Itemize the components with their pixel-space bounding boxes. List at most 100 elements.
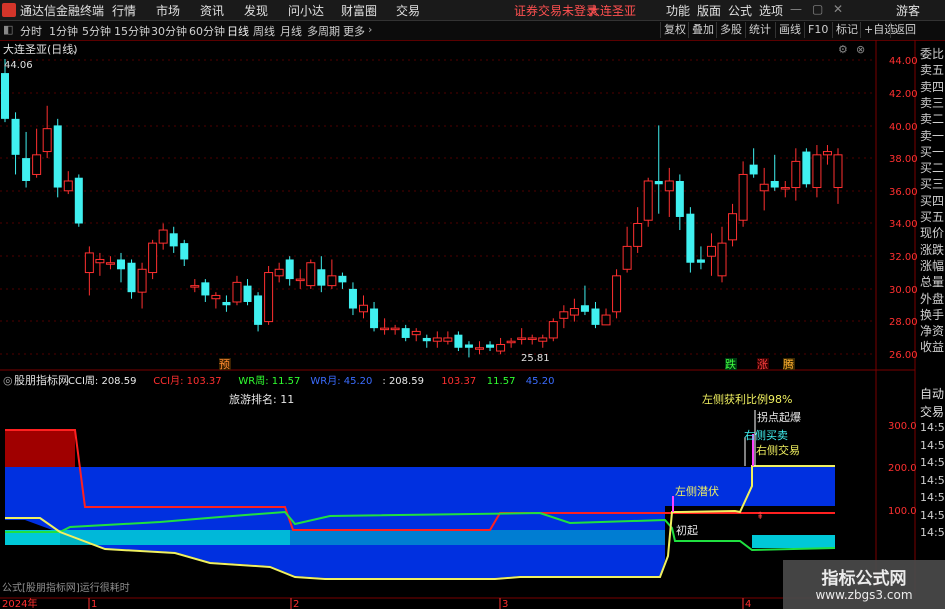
multi-stock-button[interactable]: 多股 — [716, 22, 745, 38]
watermark-title: 指标公式网 — [821, 569, 907, 589]
period-tab-more[interactable]: 更多 — [343, 23, 365, 39]
period-tab-30min[interactable]: 30分钟 — [151, 23, 187, 39]
menu-layout[interactable]: 版面 — [697, 2, 721, 19]
tick-time: 14:56 — [920, 421, 945, 434]
annotation: 初起 — [676, 523, 698, 537]
cyan-zone-right — [290, 530, 665, 545]
mark-button[interactable]: 标记 — [832, 22, 861, 38]
period-tab-daily[interactable]: 日线 — [227, 23, 249, 39]
back-button[interactable]: 返回 — [890, 22, 919, 38]
stats-button[interactable]: 统计 — [745, 22, 774, 38]
period-tab-60min[interactable]: 60分钟 — [189, 23, 225, 39]
title-dropdown-icon[interactable]: ⌄ — [70, 43, 79, 56]
candle-body — [22, 158, 31, 181]
period-tab-intraday[interactable]: 分时 — [20, 23, 42, 39]
candle-body — [74, 177, 83, 224]
menu-wealth[interactable]: 财富圈 — [341, 2, 377, 19]
quote-label: 净资 — [920, 324, 945, 339]
settings-icon[interactable]: ⚙ — [838, 43, 848, 56]
candle-body — [243, 285, 252, 302]
formula-footer: 公式[股朋指标网]运行很耗时 — [2, 581, 130, 594]
menu-market[interactable]: 市场 — [156, 2, 180, 19]
price-tick: 42.00 — [889, 89, 918, 100]
tick-time: 14:56 — [920, 438, 945, 452]
period-tab-1min[interactable]: 1分钟 — [49, 23, 78, 39]
candle-body — [327, 275, 337, 287]
indicator-tick: 100.0 — [888, 506, 917, 517]
period-tab-5min[interactable]: 5分钟 — [82, 23, 111, 39]
period-tab-multi[interactable]: 多周期 — [307, 23, 340, 39]
auto-tab[interactable]: 自动 — [920, 385, 944, 402]
restore-icon[interactable]: ▢ — [812, 2, 823, 16]
legend-entry: WR周: 11.57 — [238, 375, 300, 387]
signal-marker: 涨 — [757, 358, 768, 371]
period-tab-monthly[interactable]: 月线 — [280, 23, 302, 39]
panel-toggle-icon[interactable]: ◧ — [3, 23, 13, 36]
menu-trade[interactable]: 交易 — [396, 2, 420, 19]
candle-body — [706, 245, 716, 257]
trade-tab[interactable]: 交易 — [920, 403, 944, 420]
candle-body — [802, 151, 811, 185]
indicator-settings-icon[interactable]: ◎ — [3, 374, 13, 387]
legend-entry: : 208.59 — [382, 376, 424, 387]
quote-label: 卖五 — [920, 63, 945, 78]
f10-button[interactable]: F10 — [804, 22, 831, 38]
chart-area[interactable]: 大连圣亚(日线) ⌄ 44.06 25.81 ⚙ ⊗ 44.00 42.00 4… — [0, 40, 945, 609]
candle-body — [548, 321, 558, 339]
candle-body — [42, 128, 52, 153]
candle-body — [137, 268, 147, 293]
trade-login-notice[interactable]: 证券交易未登录 — [514, 2, 598, 19]
menu-xiaoda[interactable]: 问小达 — [288, 2, 324, 19]
minimize-icon[interactable]: — — [790, 2, 802, 16]
close-window-icon[interactable]: ✕ — [833, 2, 843, 16]
tick-time: 14:56 — [920, 473, 945, 487]
period-tab-15min[interactable]: 15分钟 — [114, 23, 150, 39]
signal-marker: 预 — [219, 358, 230, 371]
quote-label: 买一 — [920, 144, 945, 159]
menu-news[interactable]: 资讯 — [200, 2, 224, 19]
overlay-button[interactable]: 叠加 — [688, 22, 717, 38]
legend-entry: 103.37 — [441, 376, 476, 387]
candle-body — [317, 269, 326, 286]
period-tab-weekly[interactable]: 周线 — [253, 23, 275, 39]
candle-body — [390, 327, 400, 331]
candle-body — [454, 334, 463, 348]
price-tick: 40.00 — [889, 122, 918, 133]
price-tick: 38.00 — [889, 154, 918, 165]
candle-body — [749, 164, 758, 175]
pane-close-icon[interactable]: ⊗ — [856, 43, 865, 56]
quote-label: 涨幅 — [920, 258, 945, 273]
price-axis: 44.00 42.00 40.00 38.00 36.00 34.00 32.0… — [889, 56, 918, 361]
indicator-tick: 200.0 — [888, 463, 917, 474]
candle-body — [105, 262, 115, 265]
candle-body — [359, 304, 369, 313]
menu-function[interactable]: 功能 — [666, 2, 690, 19]
guest-user[interactable]: 游客 — [896, 2, 920, 19]
tick-time: 14:56 — [920, 508, 945, 522]
candle-body — [422, 337, 431, 342]
candle-body — [738, 173, 748, 221]
annotation: 右侧买卖 — [744, 428, 788, 442]
candle-body — [812, 154, 822, 189]
more-chevron-icon[interactable]: › — [368, 23, 372, 36]
menu-discover[interactable]: 发现 — [244, 2, 268, 19]
candle-body — [84, 252, 94, 274]
arrow-up-icon: ⇞ — [756, 511, 764, 522]
date-month: 3 — [502, 599, 508, 609]
quote-label: 卖二 — [920, 112, 945, 127]
menu-formula[interactable]: 公式 — [728, 2, 752, 19]
adjust-button[interactable]: 复权 — [660, 22, 689, 38]
candle-body — [254, 295, 263, 325]
candle-body — [169, 233, 178, 247]
price-tick: 28.00 — [889, 317, 918, 328]
quote-label: 收益 — [920, 340, 945, 355]
tick-time: 14:56 — [920, 491, 945, 504]
candle-body — [728, 213, 738, 241]
menu-quotes[interactable]: 行情 — [112, 2, 136, 19]
date-month: 2 — [293, 599, 299, 609]
menu-options[interactable]: 选项 — [759, 2, 783, 19]
quote-label: 卖一 — [920, 128, 945, 143]
draw-line-button[interactable]: 画线 — [775, 22, 804, 38]
candle-body — [622, 245, 632, 270]
price-tick: 26.00 — [889, 350, 918, 361]
